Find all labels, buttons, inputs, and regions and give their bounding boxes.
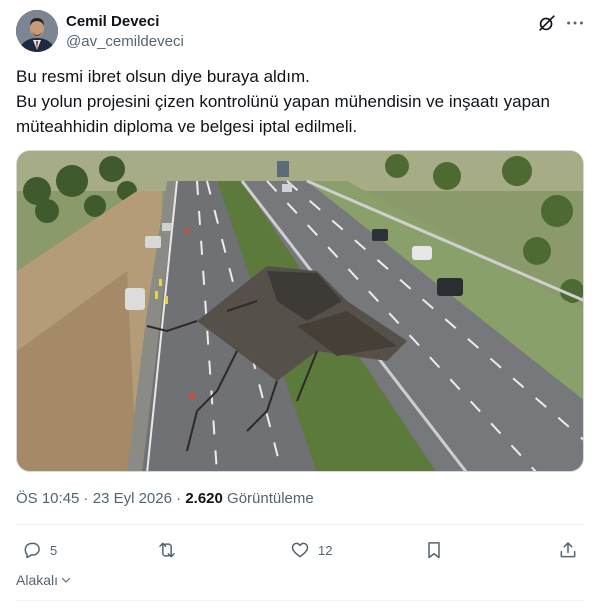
like-button[interactable]: 12 xyxy=(290,537,332,563)
author-handle[interactable]: @av_cemildeveci xyxy=(66,33,184,50)
reply-count: 5 xyxy=(50,542,58,558)
views-count: 2.620 xyxy=(185,490,223,507)
reply-button[interactable]: 5 xyxy=(22,537,57,563)
meta-separator: · xyxy=(171,490,186,507)
retweet-button[interactable] xyxy=(157,537,185,563)
tweet-meta: ÖS 10:45 · 23 Eyl 2026 · 2.620 Görüntüle… xyxy=(16,490,314,507)
related-dropdown[interactable]: Alakalı xyxy=(16,572,72,588)
avatar[interactable] xyxy=(16,10,58,52)
share-button[interactable] xyxy=(558,537,578,563)
tweet-photo[interactable] xyxy=(16,150,584,472)
tweet-card: Cemil Deveci @av_cemildeveci Bu resmi ib… xyxy=(0,0,604,615)
like-count: 12 xyxy=(318,542,333,558)
chevron-down-icon xyxy=(61,577,71,583)
views-label: Görüntüleme xyxy=(222,490,314,507)
divider xyxy=(16,600,584,601)
bookmark-icon xyxy=(428,542,440,559)
more-icon[interactable] xyxy=(564,12,586,34)
heart-icon xyxy=(291,542,309,558)
tweet-time[interactable]: ÖS 10:45 xyxy=(16,490,79,507)
grok-icon[interactable] xyxy=(536,12,558,34)
bookmark-button[interactable] xyxy=(424,537,444,563)
retweet-icon xyxy=(159,542,175,558)
tweet-date[interactable]: 23 Eyl 2026 xyxy=(93,490,172,507)
divider xyxy=(16,524,584,525)
share-icon xyxy=(560,542,576,558)
author-name[interactable]: Cemil Deveci xyxy=(66,13,159,30)
tweet-text-line-2: Bu yolun projesini çizen kontrolünü yapa… xyxy=(16,92,550,136)
tweet-text-line-1: Bu resmi ibret olsun diye buraya aldım. xyxy=(16,67,310,86)
tweet-text: Bu resmi ibret olsun diye buraya aldım. … xyxy=(16,64,588,139)
reply-icon xyxy=(24,542,40,559)
meta-separator: · xyxy=(79,490,93,507)
related-label: Alakalı xyxy=(16,572,59,588)
